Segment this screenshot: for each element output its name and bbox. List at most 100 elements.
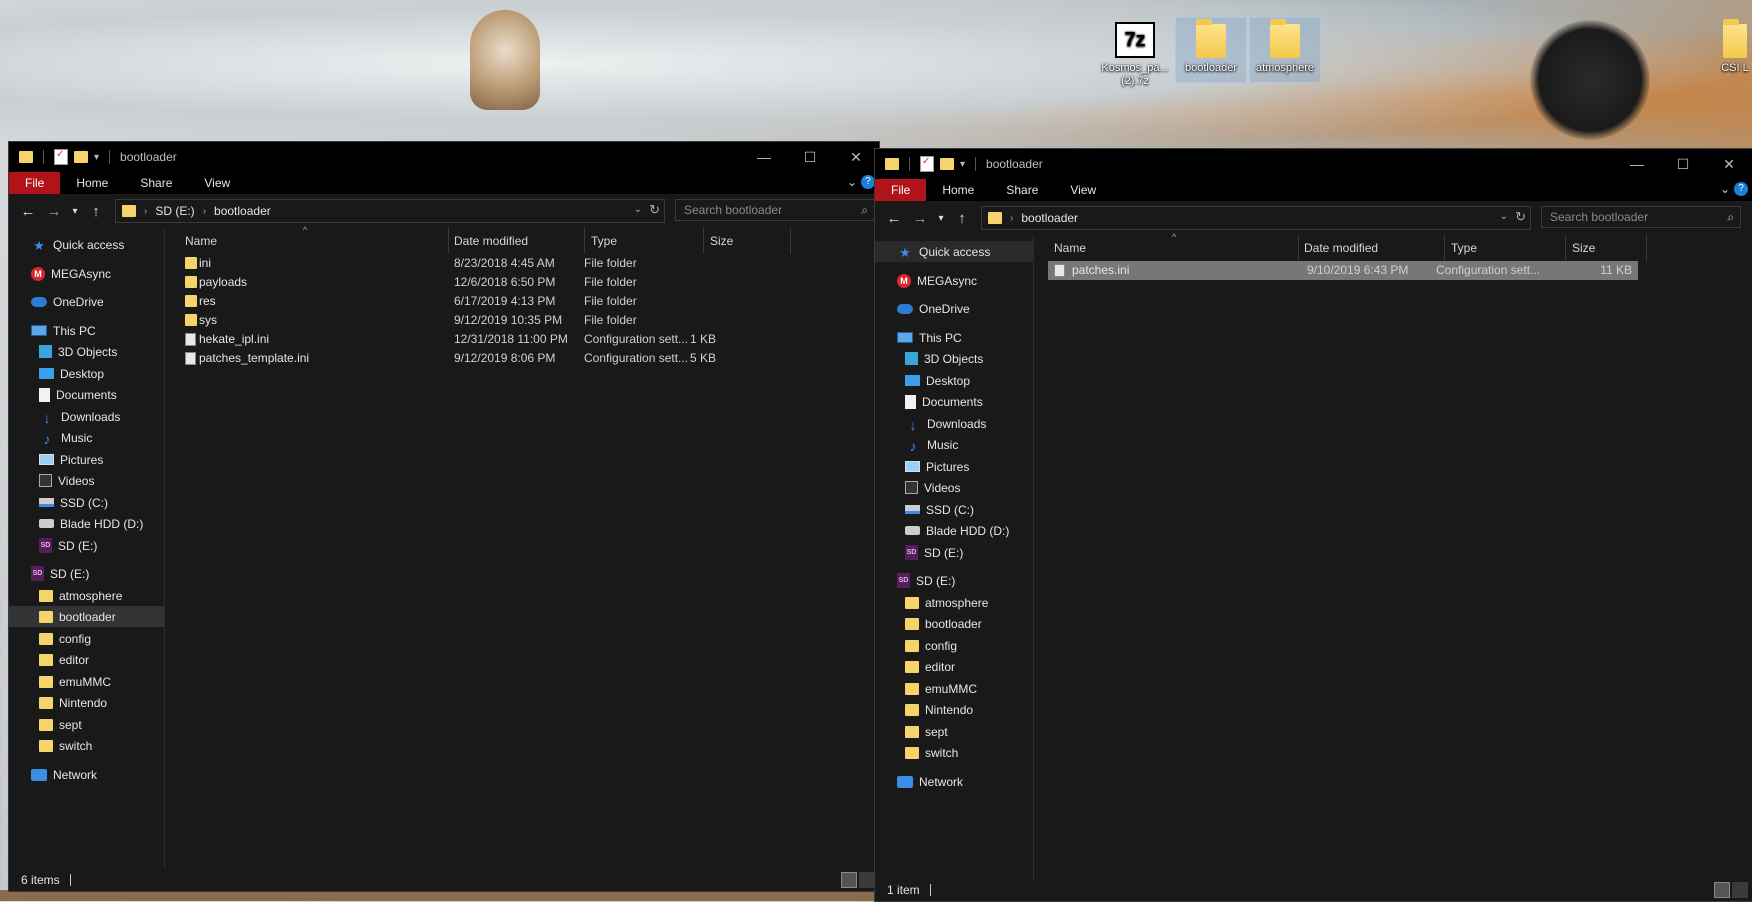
desktop-icon-kosmos-archive[interactable]: 7z Kosmos_pa... (2).7z bbox=[1100, 22, 1170, 88]
breadcrumb-separator[interactable]: › bbox=[203, 206, 206, 217]
breadcrumb-folder[interactable]: bootloader bbox=[214, 204, 271, 218]
column-name[interactable]: Name bbox=[185, 234, 217, 248]
column-divider[interactable] bbox=[1565, 235, 1566, 261]
help-icon[interactable]: ? bbox=[861, 175, 875, 189]
nav-item[interactable]: ★ Quick access bbox=[875, 241, 1033, 262]
forward-button[interactable]: → bbox=[907, 210, 933, 227]
nav-item[interactable]: switch bbox=[9, 735, 164, 756]
column-name[interactable]: Name bbox=[1054, 241, 1086, 255]
nav-item[interactable]: SSD (C:) bbox=[9, 492, 164, 513]
nav-item[interactable]: SSD (C:) bbox=[875, 499, 1033, 520]
tab-home[interactable]: Home bbox=[60, 172, 124, 194]
nav-item[interactable]: 3D Objects bbox=[875, 348, 1033, 369]
tab-share[interactable]: Share bbox=[124, 172, 188, 194]
back-button[interactable]: ← bbox=[881, 210, 907, 227]
nav-item[interactable]: M MEGAsync bbox=[9, 263, 164, 284]
column-divider[interactable] bbox=[448, 228, 449, 254]
up-button[interactable]: ↑ bbox=[83, 203, 109, 220]
nav-item[interactable]: This PC bbox=[9, 320, 164, 341]
nav-item[interactable]: Documents bbox=[9, 384, 164, 405]
breadcrumb-separator[interactable]: › bbox=[144, 206, 147, 217]
nav-item[interactable]: Videos bbox=[875, 477, 1033, 498]
refresh-icon[interactable]: ↻ bbox=[649, 202, 660, 218]
column-divider[interactable] bbox=[1444, 235, 1445, 261]
nav-item[interactable]: Pictures bbox=[875, 456, 1033, 477]
column-divider[interactable] bbox=[703, 228, 704, 254]
column-size[interactable]: Size bbox=[710, 234, 733, 248]
file-row[interactable]: hekate_ipl.ini 12/31/2018 11:00 PM Configu… bbox=[179, 330, 799, 349]
expand-ribbon-icon[interactable]: ⌄ bbox=[1720, 182, 1730, 196]
forward-button[interactable]: → bbox=[41, 203, 67, 220]
nav-item[interactable]: Videos bbox=[9, 470, 164, 491]
nav-item[interactable]: SD SD (E:) bbox=[9, 563, 164, 584]
desktop-icon-csi[interactable]: CSI L bbox=[1718, 18, 1752, 75]
breadcrumb-folder[interactable]: bootloader bbox=[1021, 211, 1078, 225]
nav-item[interactable]: ★ Quick access bbox=[9, 234, 164, 255]
minimize-button[interactable]: — bbox=[1614, 149, 1660, 179]
column-divider[interactable] bbox=[1298, 235, 1299, 261]
file-row[interactable]: payloads 12/6/2018 6:50 PM File folder bbox=[179, 273, 799, 292]
nav-item[interactable]: Documents bbox=[875, 391, 1033, 412]
nav-item[interactable]: Blade HDD (D:) bbox=[9, 513, 164, 534]
desktop-icon-bootloader[interactable]: bootloader bbox=[1175, 17, 1247, 83]
nav-item[interactable]: ↓ Downloads bbox=[9, 406, 164, 427]
nav-item[interactable]: SD SD (E:) bbox=[9, 535, 164, 556]
tab-view[interactable]: View bbox=[1054, 179, 1112, 201]
search-box[interactable]: Search bootloader ⌕ bbox=[675, 199, 875, 221]
nav-item[interactable]: atmosphere bbox=[9, 585, 164, 606]
column-type[interactable]: Type bbox=[591, 234, 617, 248]
expand-ribbon-icon[interactable]: ⌄ bbox=[847, 175, 857, 189]
minimize-button[interactable]: — bbox=[741, 142, 787, 172]
tab-share[interactable]: Share bbox=[990, 179, 1054, 201]
nav-item[interactable]: This PC bbox=[875, 327, 1033, 348]
nav-item[interactable]: ↓ Downloads bbox=[875, 413, 1033, 434]
close-button[interactable]: ✕ bbox=[833, 142, 879, 172]
column-divider[interactable] bbox=[1646, 235, 1647, 261]
address-dropdown-icon[interactable]: ⌄ bbox=[634, 204, 642, 215]
maximize-button[interactable]: ☐ bbox=[1660, 149, 1706, 179]
customize-quick-access-icon[interactable]: ▾ bbox=[94, 152, 99, 163]
nav-item[interactable]: Nintendo bbox=[875, 699, 1033, 720]
maximize-button[interactable]: ☐ bbox=[787, 142, 833, 172]
properties-icon[interactable] bbox=[920, 156, 934, 172]
nav-item[interactable]: Nintendo bbox=[9, 692, 164, 713]
nav-item[interactable]: bootloader bbox=[875, 613, 1033, 634]
file-row[interactable]: patches.ini 9/10/2019 6:43 PM Configuratio… bbox=[1048, 261, 1638, 280]
large-icons-view-button[interactable] bbox=[1732, 882, 1748, 898]
customize-quick-access-icon[interactable]: ▾ bbox=[960, 159, 965, 170]
recent-locations-button[interactable]: ▾ bbox=[933, 213, 949, 224]
help-icon[interactable]: ? bbox=[1734, 182, 1748, 196]
back-button[interactable]: ← bbox=[15, 203, 41, 220]
nav-item[interactable]: Network bbox=[875, 771, 1033, 792]
nav-item[interactable]: SD SD (E:) bbox=[875, 542, 1033, 563]
address-dropdown-icon[interactable]: ⌄ bbox=[1500, 211, 1508, 222]
nav-item[interactable]: editor bbox=[9, 649, 164, 670]
file-row[interactable]: ini 8/23/2018 4:45 AM File folder bbox=[179, 254, 799, 273]
nav-item[interactable]: SD SD (E:) bbox=[875, 570, 1033, 591]
tab-file[interactable]: File bbox=[9, 172, 61, 194]
nav-item[interactable]: ♪ Music bbox=[875, 434, 1033, 455]
file-row[interactable]: patches_template.ini 9/12/2019 8:06 PM Con… bbox=[179, 349, 799, 368]
details-view-button[interactable] bbox=[1714, 882, 1730, 898]
properties-icon[interactable] bbox=[54, 149, 68, 165]
nav-item[interactable]: Desktop bbox=[9, 363, 164, 384]
close-button[interactable]: ✕ bbox=[1706, 149, 1752, 179]
new-folder-icon[interactable] bbox=[74, 151, 88, 163]
nav-item[interactable]: Blade HDD (D:) bbox=[875, 520, 1033, 541]
nav-item[interactable]: Desktop bbox=[875, 370, 1033, 391]
nav-item[interactable]: emuMMC bbox=[9, 671, 164, 692]
nav-item[interactable]: config bbox=[875, 635, 1033, 656]
search-box[interactable]: Search bootloader ⌕ bbox=[1541, 206, 1741, 228]
refresh-icon[interactable]: ↻ bbox=[1515, 209, 1526, 225]
file-row[interactable]: sys 9/12/2019 10:35 PM File folder bbox=[179, 311, 799, 330]
nav-item[interactable]: bootloader bbox=[9, 606, 164, 627]
nav-item[interactable]: sept bbox=[9, 714, 164, 735]
recent-locations-button[interactable]: ▾ bbox=[67, 206, 83, 217]
file-row[interactable]: res 6/17/2019 4:13 PM File folder bbox=[179, 292, 799, 311]
nav-item[interactable]: emuMMC bbox=[875, 678, 1033, 699]
column-size[interactable]: Size bbox=[1572, 241, 1595, 255]
column-type[interactable]: Type bbox=[1451, 241, 1477, 255]
nav-item[interactable]: Pictures bbox=[9, 449, 164, 470]
column-divider[interactable] bbox=[790, 228, 791, 254]
details-view-button[interactable] bbox=[841, 872, 857, 888]
